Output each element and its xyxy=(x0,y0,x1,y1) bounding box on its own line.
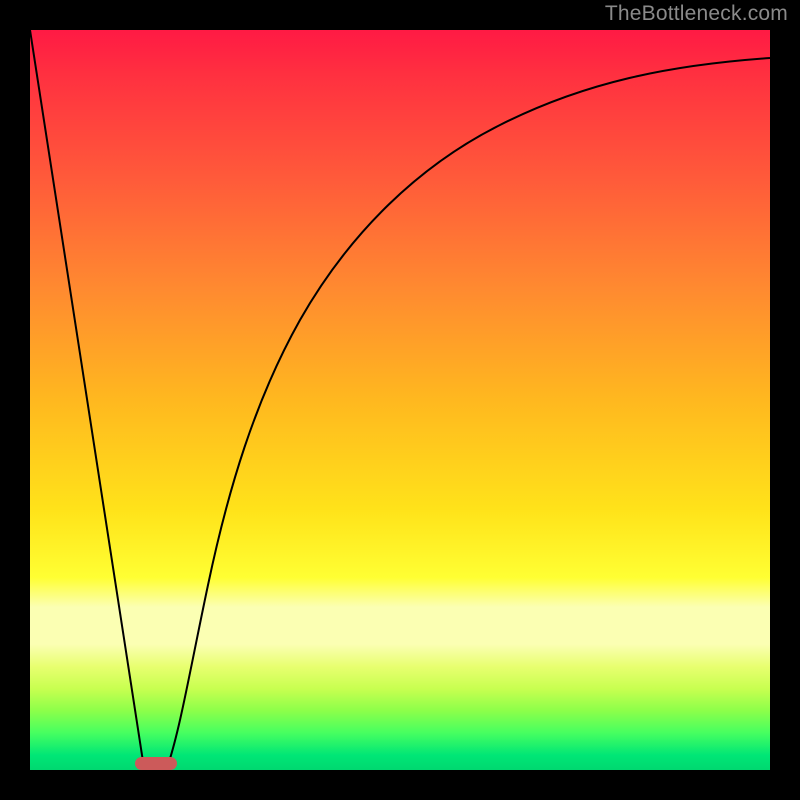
watermark-label: TheBottleneck.com xyxy=(605,2,788,26)
chart-svg xyxy=(30,30,770,770)
right-curve xyxy=(167,58,770,768)
plot-area xyxy=(30,30,770,770)
left-edge-line xyxy=(30,30,144,768)
chart-frame: TheBottleneck.com xyxy=(0,0,800,800)
valley-marker xyxy=(135,757,177,770)
